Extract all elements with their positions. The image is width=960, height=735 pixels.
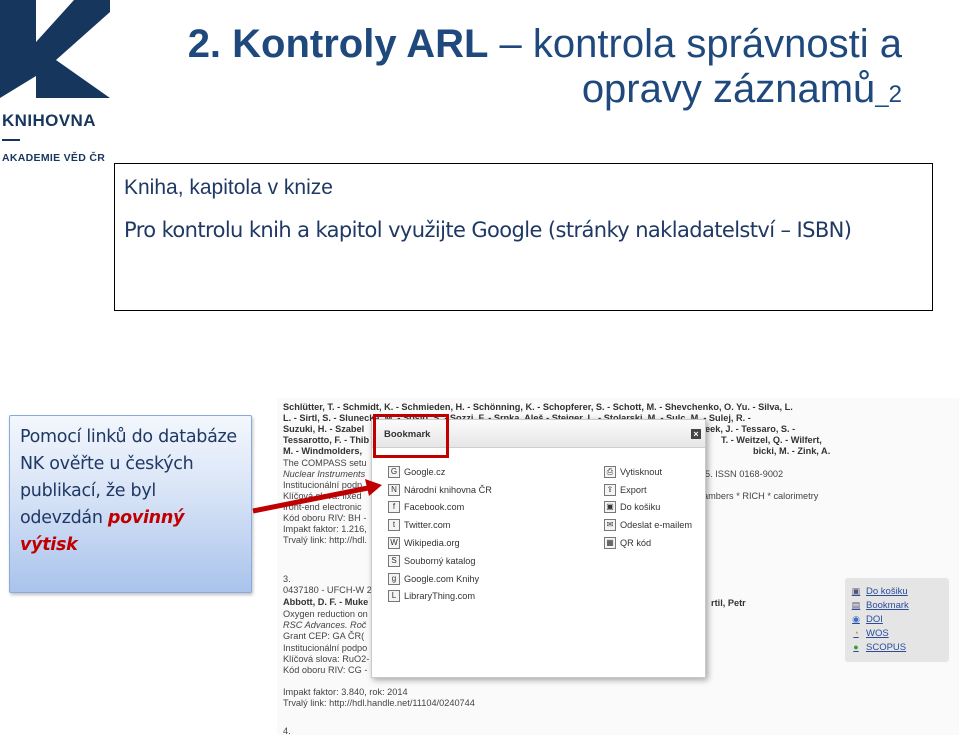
record-line: 0437180 - UFCH-W 2 — [283, 585, 372, 595]
close-icon[interactable]: × — [691, 429, 701, 439]
record-line: Impakt faktor: 3.840, rok: 2014 — [283, 687, 408, 697]
bookmark-item[interactable]: G Google.cz — [388, 463, 492, 481]
action-link[interactable]: ▤ Bookmark — [851, 598, 943, 612]
bookmark-item[interactable]: f Facebook.com — [388, 499, 492, 517]
bookmark-item-label: Vytisknout — [620, 466, 663, 477]
record-line: Kód oboru RIV: CG - — [283, 665, 368, 675]
logo-divider — [2, 139, 20, 141]
action-link[interactable]: ◔ WOS — [851, 626, 943, 640]
bookmark-item[interactable]: S Souborný katalog — [388, 552, 492, 570]
box-heading: Kniha, kapitola v knize — [124, 176, 333, 199]
wos-icon: ◔ — [853, 628, 859, 638]
logo-subtitle: AKADEMIE VĚD ČR — [2, 152, 106, 164]
title-bold: 2. Kontroly ARL — [187, 22, 489, 66]
record-line: Grant CEP: GA ČR( — [283, 631, 365, 641]
bookmark-item[interactable]: ▦ QR kód — [604, 534, 692, 552]
record-line: Suzuki, H. - Szabel — [283, 424, 365, 434]
title-suffix: _2 — [875, 80, 902, 108]
pointer-arrow-icon — [252, 479, 382, 514]
print-icon: ⎙ — [604, 465, 616, 478]
action-link[interactable]: ● SCOPUS — [851, 640, 943, 654]
google-books-icon: g — [388, 572, 400, 585]
logo-mark — [0, 0, 110, 98]
qr-icon: ▦ — [604, 537, 616, 550]
bookmark-item-label: Wikipedia.org — [404, 538, 460, 549]
bookmark-item[interactable]: W Wikipedia.org — [388, 534, 492, 552]
bookmark-item[interactable]: ⇪ Export — [604, 481, 692, 499]
record-line: Trvalý link: http://hdl.handle.net/11104… — [283, 698, 475, 708]
scopus-icon: ● — [853, 642, 859, 652]
callout: Pomocí linků do databáze NK ověřte u čes… — [9, 415, 252, 593]
action-link-label: WOS — [866, 627, 889, 639]
record-line: Tessarotto, F. - Thib — [283, 435, 370, 445]
record-line-fragment: ambers * RICH * calorimetry — [703, 491, 819, 501]
wikipedia-icon: W — [388, 537, 400, 550]
bookmark-item[interactable]: g Google.com Knihy — [388, 570, 492, 588]
action-link-label: SCOPUS — [866, 641, 907, 653]
record-line: Trvalý link: http://hdl. — [283, 535, 367, 545]
record-line-fragment: rtil, Petr — [711, 598, 746, 608]
bookmark-item-label: Národní knihovna ČR — [404, 484, 492, 495]
title-rest: – kontrola správnosti a — [488, 22, 902, 66]
record-line-fragment: bicki, M. - Zink, A. — [753, 446, 831, 456]
record-line: Schlütter, T. - Schmidt, K. - Schmieden,… — [283, 402, 793, 412]
bookmark-item[interactable]: L LibraryThing.com — [388, 588, 492, 606]
email-icon: ✉ — [604, 519, 616, 532]
export-icon: ⇪ — [604, 483, 616, 496]
action-link[interactable]: ▣ Do košiku — [851, 584, 943, 598]
bookmark-item-label: Export — [620, 484, 647, 495]
record-line: 4. — [283, 726, 291, 735]
record-line: 3. — [283, 574, 291, 584]
action-link-label: DOI — [866, 613, 883, 625]
catalog-icon: S — [388, 554, 400, 567]
box-text: Pro kontrolu knih a kapitol využijte Goo… — [124, 218, 852, 242]
logo-name: KNIHOVNA — [2, 111, 96, 130]
bookmark-item-label: Facebook.com — [404, 502, 465, 513]
cart-icon: ▣ — [851, 586, 861, 596]
bookmark-icon: ▤ — [851, 600, 861, 610]
record-line-fragment: 5. ISSN 0168-9002 — [705, 469, 784, 479]
action-link[interactable]: ◉ DOI — [851, 612, 943, 626]
bookmark-item-label: QR kód — [620, 538, 652, 549]
librarything-icon: L — [388, 590, 400, 603]
bookmark-highlight — [373, 414, 449, 458]
record-line: M. - Windmolders, — [283, 446, 363, 456]
record-actions: ▣ Do košiku ▤ Bookmark ◉ DOI ◔ WOS ● SCOPUS — [845, 578, 949, 662]
bookmark-item[interactable]: N Národní knihovna ČR — [388, 481, 492, 499]
slide-title: 2. Kontroly ARL – kontrola správnosti a … — [188, 22, 902, 112]
bookmark-item-label: Twitter.com — [404, 520, 451, 531]
bookmark-item[interactable]: ⎙ Vytisknout — [604, 463, 692, 481]
bookmark-item[interactable]: t Twitter.com — [388, 516, 492, 534]
record-line: Oxygen reduction on — [283, 609, 368, 619]
bookmark-item-label: Odeslat e-mailem — [620, 520, 692, 531]
bookmark-item[interactable]: ▣ Do košiku — [604, 499, 692, 517]
bookmark-item-label: Google.com Knihy — [404, 573, 480, 584]
record-line: Abbott, D. F. - Muke — [283, 597, 369, 607]
record-line: Klíčová slova: RuO2- — [283, 654, 370, 664]
bookmark-item-label: Souborný katalog — [404, 555, 476, 566]
cart-icon: ▣ — [604, 501, 616, 514]
record-line: The COMPASS setu — [283, 458, 367, 468]
bookmark-item-label: Google.cz — [404, 466, 446, 477]
record-line-fragment: T. - Weitzel, Q. - Wilfert, — [721, 435, 822, 445]
action-link-label: Do košiku — [866, 585, 908, 597]
record-line: Institucionální podpo — [283, 643, 368, 653]
bookmark-item-label: Do košiku — [620, 502, 661, 513]
bookmark-item[interactable]: ✉ Odeslat e-mailem — [604, 516, 692, 534]
record-line-fragment: eek, J. - Tessaro, S. - — [705, 424, 796, 434]
twitter-icon: t — [388, 519, 400, 532]
record-line: RSC Advances. Roč — [283, 620, 367, 630]
action-link-label: Bookmark — [866, 599, 909, 611]
logo: KNIHOVNA AKADEMIE VĚD ČR — [0, 0, 115, 170]
bookmark-item-label: LibraryThing.com — [404, 591, 475, 602]
doi-icon: ◉ — [852, 614, 860, 624]
content-box: Kniha, kapitola v knize Pro kontrolu kni… — [114, 163, 933, 311]
title-line2: opravy záznamů — [581, 66, 876, 111]
record-line: Impakt faktor: 1.216, — [283, 524, 367, 534]
